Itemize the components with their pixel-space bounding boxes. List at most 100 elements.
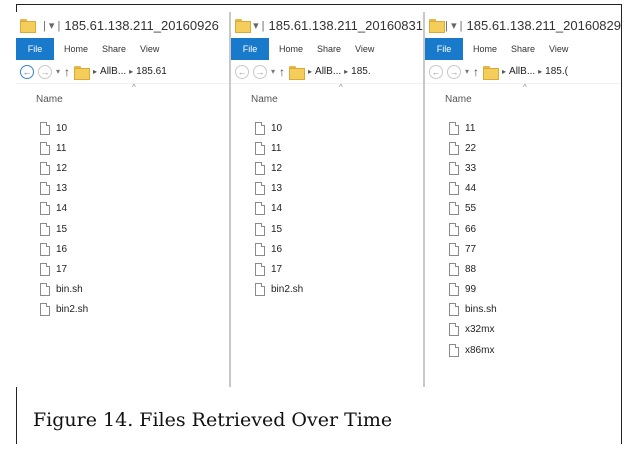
figure-caption: Figure 14. Files Retrieved Over Time bbox=[33, 409, 393, 431]
up-arrow-icon[interactable]: ↑ bbox=[279, 65, 285, 79]
file-item[interactable]: 11 bbox=[449, 118, 621, 138]
explorer-window: | ▾ | 185.61.138.211_20160831 File Home Shar… bbox=[231, 12, 423, 387]
file-item[interactable]: 12 bbox=[40, 158, 229, 178]
file-item[interactable]: 33 bbox=[449, 158, 621, 178]
file-item[interactable]: x32mx bbox=[449, 320, 621, 340]
breadcrumb-item[interactable]: 185. bbox=[351, 66, 370, 77]
file-item[interactable]: 10 bbox=[40, 118, 229, 138]
document-icon bbox=[449, 262, 459, 276]
document-icon bbox=[449, 202, 459, 216]
file-item[interactable]: 12 bbox=[255, 158, 423, 178]
tab-share[interactable]: Share bbox=[102, 44, 126, 54]
file-item[interactable]: 22 bbox=[449, 138, 621, 158]
file-item[interactable]: 17 bbox=[255, 259, 423, 279]
file-list: 10 11 12 13 14 15 16 17 bin.sh bin2.sh bbox=[16, 118, 229, 320]
file-name: 10 bbox=[271, 122, 283, 134]
file-name: 11 bbox=[465, 122, 476, 134]
breadcrumb-item[interactable]: AllB... bbox=[315, 66, 341, 77]
file-item[interactable]: 15 bbox=[40, 219, 229, 239]
file-name: 99 bbox=[465, 284, 477, 296]
file-name: 12 bbox=[56, 162, 68, 174]
forward-arrow-icon[interactable]: → bbox=[447, 64, 461, 79]
file-name: 13 bbox=[271, 183, 283, 195]
file-item[interactable]: 55 bbox=[449, 199, 621, 219]
file-item[interactable]: 10 bbox=[255, 118, 423, 138]
forward-arrow-icon[interactable]: → bbox=[38, 64, 52, 79]
back-arrow-icon[interactable]: ← bbox=[235, 64, 249, 79]
column-header-name[interactable]: Name bbox=[251, 94, 278, 105]
back-arrow-icon[interactable]: ← bbox=[429, 64, 443, 79]
tab-home[interactable]: Home bbox=[279, 44, 303, 54]
tab-view[interactable]: View bbox=[355, 44, 374, 54]
document-icon bbox=[449, 182, 459, 196]
tab-share[interactable]: Share bbox=[317, 44, 341, 54]
file-item[interactable]: 15 bbox=[255, 219, 423, 239]
file-item[interactable]: x86mx bbox=[449, 340, 621, 360]
file-item[interactable]: bin2.sh bbox=[255, 280, 423, 300]
explorer-window: | ▾ | 185.61.138.211_20160926 File Home Shar… bbox=[16, 12, 229, 387]
file-item[interactable]: 66 bbox=[449, 219, 621, 239]
folder-icon bbox=[74, 66, 91, 80]
file-item[interactable]: 16 bbox=[255, 239, 423, 259]
document-icon bbox=[449, 222, 459, 236]
breadcrumb-item[interactable]: AllB... bbox=[100, 66, 126, 77]
file-item[interactable]: 99 bbox=[449, 280, 621, 300]
folder-icon bbox=[429, 19, 446, 33]
recent-locations-icon[interactable]: ▾ bbox=[465, 67, 469, 76]
tab-file[interactable]: File bbox=[16, 38, 54, 60]
document-icon bbox=[255, 222, 265, 236]
up-arrow-icon[interactable]: ↑ bbox=[64, 65, 70, 79]
file-name: 14 bbox=[271, 203, 283, 215]
column-header-name[interactable]: Name bbox=[36, 94, 63, 105]
file-name: bin2.sh bbox=[271, 284, 304, 296]
file-item[interactable]: bin.sh bbox=[40, 280, 229, 300]
recent-locations-icon[interactable]: ▾ bbox=[56, 67, 60, 76]
file-item[interactable]: bin2.sh bbox=[40, 300, 229, 320]
back-arrow-icon[interactable]: ← bbox=[20, 64, 34, 79]
document-icon bbox=[449, 121, 459, 135]
tab-file[interactable]: File bbox=[231, 38, 269, 60]
tab-view[interactable]: View bbox=[140, 44, 159, 54]
file-item[interactable]: 44 bbox=[449, 179, 621, 199]
file-item[interactable]: 77 bbox=[449, 239, 621, 259]
breadcrumb-item[interactable]: AllB... bbox=[509, 66, 535, 77]
file-item[interactable]: 14 bbox=[40, 199, 229, 219]
forward-arrow-icon[interactable]: → bbox=[253, 64, 267, 79]
document-icon bbox=[255, 262, 265, 276]
document-icon bbox=[40, 283, 50, 297]
tab-home[interactable]: Home bbox=[64, 44, 88, 54]
quick-access-dropdown-icon[interactable]: | ▾ | bbox=[43, 19, 60, 32]
tab-home[interactable]: Home bbox=[473, 44, 497, 54]
file-name: 66 bbox=[465, 223, 477, 235]
file-item[interactable]: 11 bbox=[40, 138, 229, 158]
file-item[interactable]: 17 bbox=[40, 259, 229, 279]
document-icon bbox=[449, 161, 459, 175]
ribbon-tabs: File Home Share View bbox=[425, 38, 621, 60]
file-item[interactable]: 13 bbox=[40, 179, 229, 199]
up-arrow-icon[interactable]: ↑ bbox=[473, 65, 479, 79]
file-item[interactable]: 11 bbox=[255, 138, 423, 158]
file-item[interactable]: bins.sh bbox=[449, 300, 621, 320]
document-icon bbox=[255, 182, 265, 196]
folder-icon bbox=[20, 19, 36, 33]
tab-share[interactable]: Share bbox=[511, 44, 535, 54]
folder-icon bbox=[235, 19, 252, 33]
tab-view[interactable]: View bbox=[549, 44, 568, 54]
breadcrumb-item[interactable]: 185.( bbox=[545, 66, 568, 77]
file-list: 11 22 33 44 55 66 77 88 99 bins.sh x32mx x86mx bbox=[425, 118, 621, 360]
window-title: 185.61.138.211_20160829 bbox=[466, 17, 621, 33]
tab-file[interactable]: File bbox=[425, 38, 463, 60]
file-item[interactable]: 14 bbox=[255, 199, 423, 219]
file-item[interactable]: 13 bbox=[255, 179, 423, 199]
column-header-name[interactable]: Name bbox=[445, 94, 472, 105]
sort-ascending-icon: ^ bbox=[523, 83, 527, 92]
document-icon bbox=[255, 121, 265, 135]
document-icon bbox=[255, 283, 265, 297]
file-item[interactable]: 16 bbox=[40, 239, 229, 259]
file-name: bin.sh bbox=[56, 284, 83, 296]
recent-locations-icon[interactable]: ▾ bbox=[271, 67, 275, 76]
quick-access-dropdown-icon[interactable]: | ▾ | bbox=[445, 19, 462, 32]
file-item[interactable]: 88 bbox=[449, 259, 621, 279]
file-name: 77 bbox=[465, 243, 477, 255]
breadcrumb-item[interactable]: 185.61 bbox=[136, 66, 167, 77]
